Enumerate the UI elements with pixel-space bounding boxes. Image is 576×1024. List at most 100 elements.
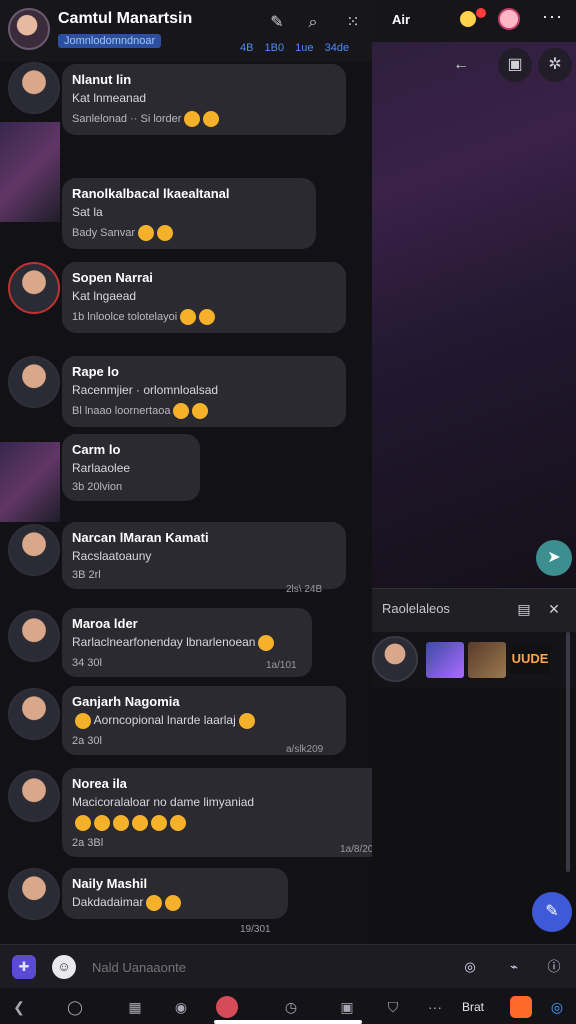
emoji-icon bbox=[192, 403, 209, 419]
chat-name: Maroa lder bbox=[72, 616, 138, 631]
chat-item[interactable]: Sopen Narrai Kat lngaead 1b lnloolce tol… bbox=[0, 262, 372, 352]
stat: 1ue bbox=[295, 42, 314, 54]
compose-fab[interactable]: ✎ bbox=[532, 892, 572, 932]
chat-line: Aorncopional lnarde laarlaj bbox=[72, 713, 336, 729]
topbar-label: Air bbox=[392, 12, 411, 27]
settings-icon[interactable]: ✲ bbox=[538, 48, 572, 82]
avatar bbox=[8, 262, 60, 314]
chat-name: Rape lo bbox=[72, 364, 119, 379]
user-avatar[interactable] bbox=[498, 8, 520, 30]
edit-icon[interactable]: ✎ bbox=[266, 12, 288, 34]
chat-list: Nlanut lin Kat lnmeanad Sanlelonad ·· Si… bbox=[0, 62, 372, 942]
avatar bbox=[8, 610, 60, 662]
emoji-icon bbox=[94, 815, 110, 831]
chat-sub: 3b 20lvion bbox=[72, 481, 123, 493]
chat-time: 2ls\ 24B bbox=[286, 584, 323, 595]
nav-globe-icon[interactable]: ◎ bbox=[546, 996, 568, 1018]
scrollbar[interactable] bbox=[566, 632, 570, 872]
chat-line: Dakdadaimar bbox=[72, 895, 278, 911]
nav-chat-icon[interactable]: ◯ bbox=[64, 996, 86, 1018]
media-controls: ← ▣ ✲ bbox=[440, 48, 576, 82]
chat-item[interactable]: Carm lo Rarlaaolee 3b 20lvion bbox=[0, 434, 372, 514]
chat-name: Carm lo bbox=[72, 442, 121, 457]
emoji-icon bbox=[180, 309, 197, 325]
nav-clock-icon[interactable]: ◷ bbox=[280, 996, 302, 1018]
nav-app-icon[interactable] bbox=[510, 996, 532, 1018]
chat-item[interactable]: Ganjarh Nagomia Aorncopional lnarde laar… bbox=[0, 686, 372, 764]
chat-name: Narcan lMaran Kamati bbox=[72, 530, 209, 545]
info-icon[interactable]: ⓘ bbox=[542, 955, 566, 979]
chat-item[interactable]: Maroa lder Rarlaclnearfonenday lbnarleno… bbox=[0, 608, 372, 680]
chat-time: 1a/8/20B bbox=[340, 844, 372, 855]
attach-icon[interactable]: ✚ bbox=[12, 955, 36, 979]
bulb-icon[interactable] bbox=[460, 11, 476, 27]
link-icon[interactable]: ⌁ bbox=[502, 955, 526, 979]
message-input[interactable] bbox=[92, 956, 392, 978]
emoji-picker-icon[interactable]: ☺ bbox=[52, 955, 76, 979]
app-header: Camtul Manartsin Jomnlodomndnoar ✎ ⌕ ⁙ 4… bbox=[0, 0, 372, 62]
app-title: Camtul Manartsin bbox=[58, 10, 193, 27]
strip-avatar[interactable] bbox=[372, 636, 418, 682]
nav-back-icon[interactable]: ❮ bbox=[8, 996, 30, 1018]
emoji-icon bbox=[199, 309, 216, 325]
chat-item[interactable]: Naily Mashil Dakdadaimar 19/301 bbox=[0, 868, 372, 942]
chat-item[interactable]: Nlanut lin Kat lnmeanad Sanlelonad ·· Si… bbox=[0, 62, 372, 172]
chat-item[interactable]: Narcan lMaran Kamati Racslaatoauny 3B 2r… bbox=[0, 522, 372, 602]
folder-icon[interactable]: ▣ bbox=[498, 48, 532, 82]
emoji-icon bbox=[113, 815, 129, 831]
home-indicator bbox=[214, 1020, 362, 1024]
chat-item[interactable]: Norea ila Macicoralaloar no dame limyani… bbox=[0, 768, 372, 858]
stat: 1B0 bbox=[264, 42, 285, 54]
chat-item[interactable]: Ranolkalbacal lkaealtanal Sat la Bady Sa… bbox=[0, 178, 372, 258]
bottom-navigation: ❮ ◯ ▦ ◉ ◷ ▣ ⛉ ··· Brat ◎ bbox=[0, 988, 576, 1024]
share-fab[interactable]: ➤ bbox=[536, 540, 572, 576]
emoji-icon bbox=[156, 225, 173, 241]
avatar bbox=[8, 524, 60, 576]
chat-name: Naily Mashil bbox=[72, 876, 148, 891]
chat-bubble: Nlanut lin Kat lnmeanad Sanlelonad ·· Si… bbox=[62, 64, 346, 135]
header-stats: 4B 1B0 1ue 34de bbox=[240, 42, 357, 54]
nav-avatar-icon[interactable] bbox=[216, 996, 238, 1018]
media-info-bar: Raolelaleos ▤ ✕ bbox=[372, 588, 576, 632]
media-thumbnail[interactable] bbox=[468, 642, 506, 678]
emoji-icon bbox=[170, 815, 186, 831]
notification-badge bbox=[476, 8, 486, 18]
emoji-icon bbox=[132, 815, 148, 831]
document-icon[interactable]: ▤ bbox=[514, 599, 534, 619]
chat-sub: Sanlelonad ·· Si lorder bbox=[72, 111, 336, 127]
nav-shield-icon[interactable]: ⛉ bbox=[382, 996, 404, 1018]
chat-line: Rarlaclnearfonenday lbnarlenoean bbox=[72, 635, 302, 651]
profile-avatar[interactable] bbox=[8, 8, 50, 50]
chat-name: Ganjarh Nagomia bbox=[72, 694, 180, 709]
chat-line: Macicoralaloar no dame limyaniad bbox=[72, 795, 255, 809]
search-icon[interactable]: ⌕ bbox=[302, 12, 324, 34]
chat-name: Ranolkalbacal lkaealtanal bbox=[72, 186, 230, 201]
nav-store-icon[interactable]: ▣ bbox=[336, 996, 358, 1018]
nav-calendar-icon[interactable]: ▦ bbox=[124, 996, 146, 1018]
back-arrow-icon[interactable]: ← bbox=[444, 48, 478, 82]
close-icon[interactable]: ✕ bbox=[544, 599, 564, 619]
more-icon[interactable]: ··· bbox=[542, 6, 563, 27]
chat-bubble: Sopen Narrai Kat lngaead 1b lnloolce tol… bbox=[62, 262, 346, 333]
chat-time: 19/301 bbox=[240, 924, 271, 935]
nav-game-icon[interactable]: ◉ bbox=[170, 996, 192, 1018]
nav-more-icon[interactable]: ··· bbox=[424, 996, 446, 1018]
camera-icon[interactable]: ◎ bbox=[458, 955, 482, 979]
avatar bbox=[8, 868, 60, 920]
stat: 4B bbox=[240, 42, 254, 54]
grid-icon[interactable]: ⁙ bbox=[342, 12, 364, 34]
chat-sub bbox=[72, 815, 372, 831]
nav-text: Brat bbox=[462, 1000, 485, 1014]
chat-item[interactable]: Rape lo Racenmjier · orlomnloalsad Bl ln… bbox=[0, 356, 372, 428]
chat-name: Norea ila bbox=[72, 776, 127, 791]
chat-bubble: Norea ila Macicoralaloar no dame limyani… bbox=[62, 768, 372, 857]
media-thumbnail[interactable] bbox=[426, 642, 464, 678]
chat-sub: Bl lnaao loornertaoa bbox=[72, 403, 336, 419]
emoji-icon bbox=[165, 895, 182, 911]
emoji-icon bbox=[151, 815, 167, 831]
media-thumbnail-label[interactable]: UUDE bbox=[510, 644, 550, 674]
chat-bubble: Ranolkalbacal lkaealtanal Sat la Bady Sa… bbox=[62, 178, 316, 249]
emoji-icon bbox=[173, 403, 190, 419]
emoji-icon bbox=[137, 225, 154, 241]
emoji-icon bbox=[184, 111, 201, 127]
